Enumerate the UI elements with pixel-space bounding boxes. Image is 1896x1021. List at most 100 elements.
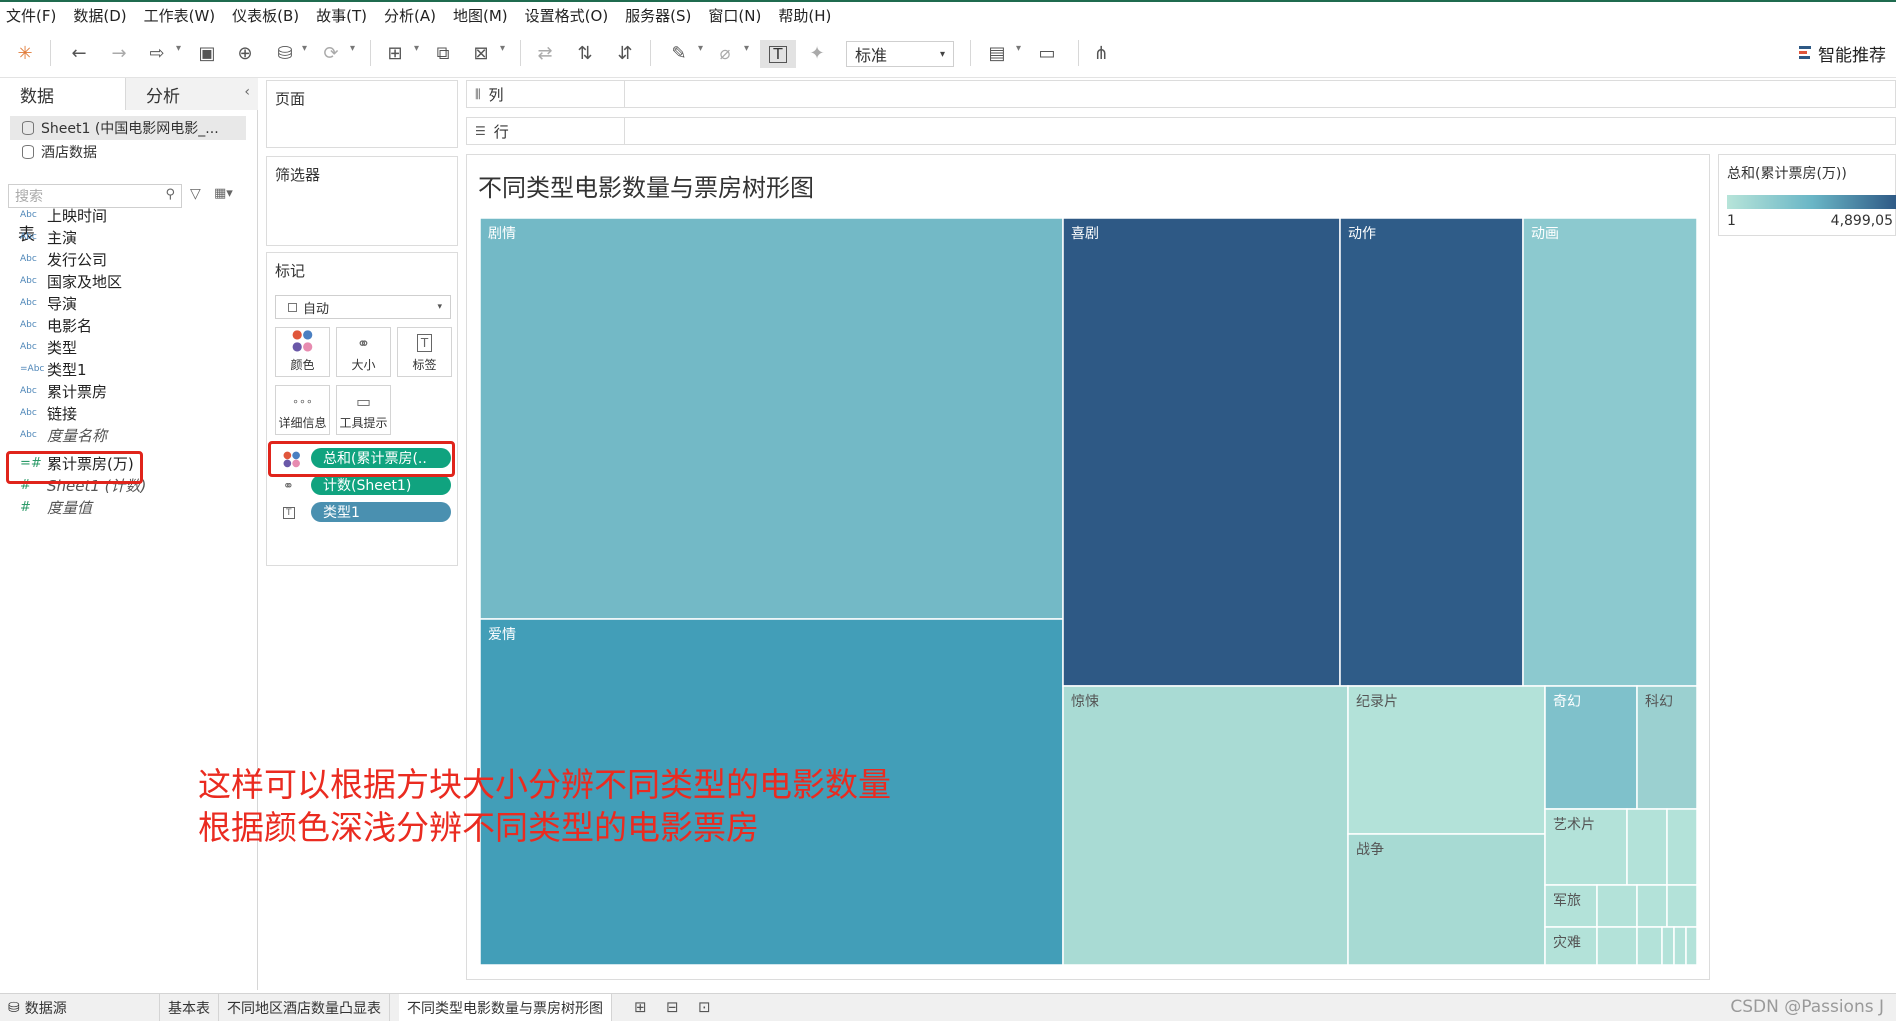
tab-sheet-hotel[interactable]: 不同地区酒店数量凸显表 bbox=[219, 994, 390, 1021]
pill-count-sheet1[interactable]: 计数(Sheet1) bbox=[311, 475, 451, 495]
datasource-label: Sheet1 (中国电影网电影_... bbox=[41, 121, 219, 137]
fit-value: 标准 bbox=[855, 46, 888, 65]
highlight-box bbox=[6, 451, 143, 484]
menu-analysis[interactable]: 分析(A) bbox=[384, 5, 436, 26]
menu-map[interactable]: 地图(M) bbox=[453, 5, 508, 26]
menu-server[interactable]: 服务器(S) bbox=[625, 5, 691, 26]
filter-icon[interactable]: ▽ bbox=[190, 186, 201, 202]
view-options-icon[interactable]: ▦▾ bbox=[214, 186, 233, 201]
field-label: 类型 bbox=[47, 338, 78, 357]
new-story-icon[interactable]: ⊡ bbox=[698, 998, 711, 1016]
smart-recommend-button[interactable]: 智能推荐 bbox=[1799, 40, 1886, 66]
menu-window[interactable]: 窗口(N) bbox=[708, 5, 761, 26]
menu-file[interactable]: 文件(F) bbox=[6, 5, 56, 26]
toolbar-separator bbox=[370, 40, 371, 66]
datasource-hotel[interactable]: 酒店数据 bbox=[10, 140, 246, 164]
field-label: 发行公司 bbox=[47, 250, 108, 269]
string-type-icon: Abc bbox=[20, 386, 37, 396]
datasource-sheet1[interactable]: Sheet1 (中国电影网电影_... bbox=[10, 116, 246, 140]
chevron-down-icon[interactable]: ▾ bbox=[350, 43, 355, 54]
new-worksheet-icon[interactable]: ⊞ bbox=[634, 998, 647, 1016]
fit-select[interactable]: 标准 ▾ bbox=[846, 41, 954, 67]
chevron-down-icon[interactable]: ▾ bbox=[414, 43, 419, 54]
detail-button[interactable]: ∘∘∘ 详细信息 bbox=[275, 385, 330, 435]
field-movie-name[interactable]: Abc 电影名 bbox=[20, 314, 92, 336]
menu-format[interactable]: 设置格式(O) bbox=[525, 5, 609, 26]
filters-card[interactable]: 筛选器 bbox=[266, 156, 458, 246]
field-label: 上映时间 bbox=[47, 206, 108, 225]
menu-data[interactable]: 数据(D) bbox=[73, 5, 126, 26]
undo-icon[interactable]: ← bbox=[66, 40, 92, 66]
rows-shelf[interactable]: ☰ 行 bbox=[466, 117, 1896, 145]
group-icon[interactable]: ⌀ bbox=[712, 40, 738, 66]
share-icon[interactable]: ⋔ bbox=[1088, 40, 1114, 66]
new-worksheet-icon[interactable]: ⊞ bbox=[382, 40, 408, 66]
pause-updates-icon[interactable]: ⛁ bbox=[272, 40, 298, 66]
save-icon[interactable]: ▣ bbox=[194, 40, 220, 66]
color-button[interactable]: ●● ●● 颜色 bbox=[275, 327, 330, 377]
database-icon bbox=[22, 145, 34, 159]
sort-descending-icon[interactable]: ⇵ bbox=[612, 40, 638, 66]
redo-icon[interactable]: → bbox=[106, 40, 132, 66]
menu-worksheet[interactable]: 工作表(W) bbox=[144, 5, 216, 26]
tab-analysis[interactable]: 分析 bbox=[125, 78, 258, 110]
chevron-down-icon[interactable]: ▾ bbox=[500, 43, 505, 54]
pin-icon[interactable]: ✦ bbox=[804, 40, 830, 66]
tab-data[interactable]: 数据 bbox=[0, 78, 125, 110]
presentation-icon[interactable]: ▭ bbox=[1034, 40, 1060, 66]
square-icon bbox=[288, 302, 297, 312]
field-genre[interactable]: Abc 类型 bbox=[20, 336, 77, 358]
columns-shelf[interactable]: ⫼ 列 bbox=[466, 80, 1896, 108]
field-lead-actor[interactable]: Abc 主演 bbox=[20, 226, 77, 248]
string-type-icon: Abc bbox=[20, 254, 37, 264]
swap-icon[interactable]: ⇄ bbox=[532, 40, 558, 66]
chevron-left-icon[interactable]: ‹ bbox=[244, 84, 250, 100]
field-distributor[interactable]: Abc 发行公司 bbox=[20, 248, 107, 270]
tab-sheet-treemap[interactable]: 不同类型电影数量与票房树形图 bbox=[399, 994, 612, 1021]
sort-ascending-icon[interactable]: ⇅ bbox=[572, 40, 598, 66]
pages-card[interactable]: 页面 bbox=[266, 80, 458, 148]
show-labels-toggle[interactable]: T bbox=[760, 40, 796, 68]
highlight-box bbox=[268, 441, 455, 477]
menu-help[interactable]: 帮助(H) bbox=[778, 5, 831, 26]
size-icon: ⚭ bbox=[283, 479, 294, 494]
tooltip-button[interactable]: ▭ 工具提示 bbox=[336, 385, 391, 435]
chevron-down-icon[interactable]: ▾ bbox=[744, 43, 749, 54]
pill-genre1[interactable]: 类型1 bbox=[311, 502, 451, 522]
mark-type-select[interactable]: 自动 ▾ bbox=[275, 295, 451, 319]
color-legend[interactable]: 总和(累计票房(万)) 1 4,899,05 bbox=[1718, 154, 1896, 236]
size-button[interactable]: ⚭ 大小 bbox=[336, 327, 391, 377]
field-country[interactable]: Abc 国家及地区 bbox=[20, 270, 122, 292]
tableau-logo-icon[interactable]: ✳ bbox=[12, 40, 38, 66]
duplicate-sheet-icon[interactable]: ⧉ bbox=[430, 40, 456, 66]
database-icon: ⛁ bbox=[8, 999, 20, 1016]
chevron-down-icon[interactable]: ▾ bbox=[1016, 43, 1021, 54]
bar-chart-icon bbox=[1799, 46, 1813, 60]
refresh-icon[interactable]: ⟳ bbox=[318, 40, 344, 66]
new-dashboard-icon[interactable]: ⊟ bbox=[666, 998, 679, 1016]
field-box-office[interactable]: Abc 累计票房 bbox=[20, 380, 107, 402]
label-button[interactable]: T 标签 bbox=[397, 327, 452, 377]
field-measure-values[interactable]: # 度量值 bbox=[20, 496, 92, 518]
chevron-down-icon[interactable]: ▾ bbox=[302, 43, 307, 54]
tab-sheet-basic[interactable]: 基本表 bbox=[160, 994, 219, 1021]
field-link[interactable]: Abc 链接 bbox=[20, 402, 77, 424]
field-release-time[interactable]: Abc 上映时间 bbox=[20, 204, 107, 226]
legend-gradient bbox=[1727, 195, 1896, 209]
chevron-down-icon[interactable]: ▾ bbox=[698, 43, 703, 54]
clear-sheet-icon[interactable]: ⊠ bbox=[468, 40, 494, 66]
toolbar-separator bbox=[50, 40, 51, 66]
replay-icon[interactable]: ⇨ bbox=[144, 40, 170, 66]
highlight-icon[interactable]: ✎ bbox=[666, 40, 692, 66]
menu-dashboard[interactable]: 仪表板(B) bbox=[232, 5, 299, 26]
size-icon: ⚭ bbox=[356, 334, 371, 353]
field-measure-names[interactable]: Abc 度量名称 bbox=[20, 424, 107, 446]
field-genre1[interactable]: =Abc 类型1 bbox=[20, 358, 87, 380]
show-cards-icon[interactable]: ▤ bbox=[984, 40, 1010, 66]
menu-story[interactable]: 故事(T) bbox=[316, 5, 367, 26]
chevron-down-icon[interactable]: ▾ bbox=[176, 43, 181, 54]
tab-datasource[interactable]: ⛁ 数据源 bbox=[0, 994, 160, 1021]
rows-icon: ☰ bbox=[475, 124, 486, 138]
field-director[interactable]: Abc 导演 bbox=[20, 292, 77, 314]
new-datasource-icon[interactable]: ⊕ bbox=[232, 40, 258, 66]
